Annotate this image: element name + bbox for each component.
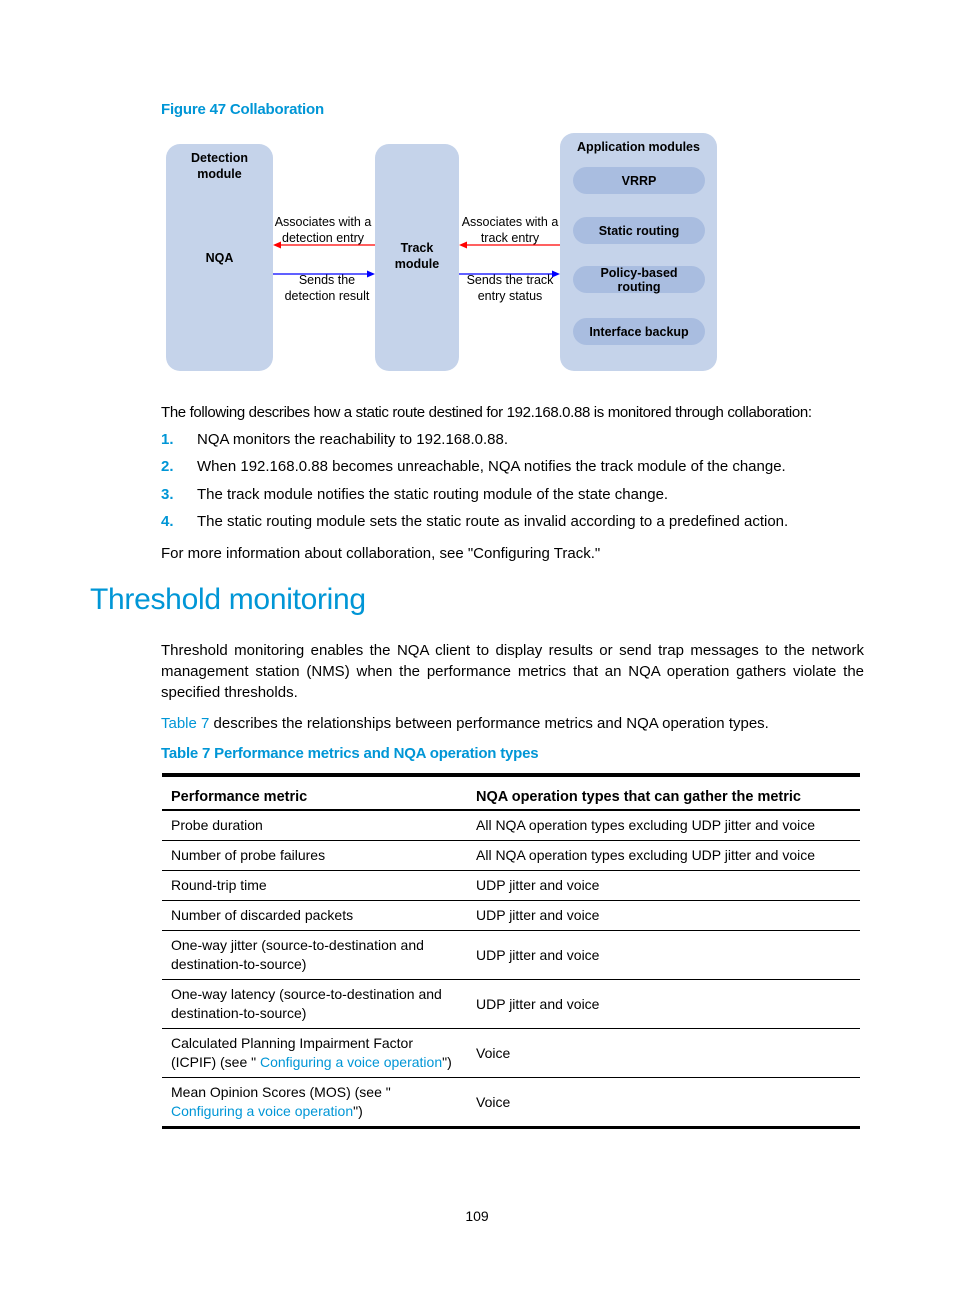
module-policy-based-routing: Policy-based routing — [573, 266, 705, 294]
table-row: One-way jitter (source-to-destination an… — [162, 930, 860, 980]
step-text: When 192.168.0.88 becomes unreachable, N… — [197, 458, 786, 475]
types-cell: All NQA operation types excluding UDP ji… — [467, 810, 860, 841]
types-cell: UDP jitter and voice — [467, 870, 860, 901]
types-cell: UDP jitter and voice — [467, 900, 860, 931]
table-row: One-way latency (source-to-destination a… — [162, 979, 860, 1029]
table-row: Mean Opinion Scores (MOS) (see " Configu… — [162, 1077, 860, 1129]
detection-module-box: Detection module NQA — [166, 144, 273, 371]
table-row: Round-trip time UDP jitter and voice — [162, 870, 860, 901]
track-module-title: Track module — [394, 241, 440, 271]
arrow-app-to-track — [459, 241, 560, 249]
intro-paragraph: The following describes how a static rou… — [161, 404, 812, 421]
metric-cell: Round-trip time — [162, 870, 467, 901]
voice-operation-link[interactable]: Configuring a voice operation — [256, 1054, 442, 1070]
figure-caption: Figure 47 Collaboration — [161, 101, 324, 118]
types-cell: Voice — [467, 1028, 860, 1078]
metric-cell: Probe duration — [162, 810, 467, 841]
step-text: The track module notifies the static rou… — [197, 486, 669, 503]
voice-operation-link[interactable]: Configuring a voice operation — [171, 1103, 353, 1119]
step-number: 1. — [161, 431, 174, 448]
application-modules-title: Application modules — [577, 140, 700, 154]
metric-cell: Number of probe failures — [162, 840, 467, 871]
step-item: 2. When 192.168.0.88 becomes unreachable,… — [161, 457, 786, 477]
collaboration-diagram: Detection module NQA Track module Applic… — [160, 130, 722, 375]
module-vrrp: VRRP — [573, 167, 705, 194]
metric-cell: Calculated Planning Impairment Factor (I… — [162, 1028, 467, 1078]
step-number: 4. — [161, 513, 174, 530]
metric-cell: One-way jitter (source-to-destination an… — [162, 930, 467, 980]
header-operation-types: NQA operation types that can gather the … — [467, 773, 860, 811]
metric-cell: Mean Opinion Scores (MOS) (see " Configu… — [162, 1077, 467, 1129]
application-modules-box: Application modules VRRP Static routing … — [560, 133, 717, 371]
table-row: Probe duration All NQA operation types e… — [162, 810, 860, 841]
arrow-label-sends-track-status: Sends the track entry status — [466, 273, 554, 303]
metric-cell: One-way latency (source-to-destination a… — [162, 979, 467, 1029]
arrow-label-sends-detection-result: Sends the detection result — [284, 273, 370, 303]
threshold-paragraph: Threshold monitoring enables the NQA cli… — [161, 642, 864, 701]
nqa-label: NQA — [205, 251, 234, 265]
metrics-table: Performance metric NQA operation types t… — [162, 773, 860, 1129]
page-number: 109 — [465, 1208, 489, 1224]
table-reference-paragraph: Table 7 describes the relationships betw… — [161, 715, 769, 732]
section-heading: Threshold monitoring — [90, 583, 366, 616]
step-number: 3. — [161, 486, 174, 503]
metric-cell: Number of discarded packets — [162, 900, 467, 931]
module-interface-backup: Interface backup — [573, 318, 705, 345]
table-row: Number of discarded packets UDP jitter a… — [162, 900, 860, 931]
table-caption: Table 7 Performance metrics and NQA oper… — [161, 745, 539, 762]
detection-module-title: Detection module — [191, 151, 248, 181]
table-row: Number of probe failures All NQA operati… — [162, 840, 860, 871]
types-cell: UDP jitter and voice — [467, 930, 860, 980]
step-text: The static routing module sets the stati… — [197, 513, 789, 530]
types-cell: UDP jitter and voice — [467, 979, 860, 1029]
arrow-track-to-detection — [273, 241, 375, 249]
types-cell: Voice — [467, 1077, 860, 1129]
table-row: Calculated Planning Impairment Factor (I… — [162, 1028, 860, 1078]
types-cell: All NQA operation types excluding UDP ji… — [467, 840, 860, 871]
step-number: 2. — [161, 458, 174, 475]
track-module-box: Track module — [375, 144, 459, 371]
more-info-paragraph: For more information about collaboration… — [161, 545, 601, 562]
module-static-routing: Static routing — [573, 217, 705, 244]
step-item: 3. The track module notifies the static r… — [161, 485, 668, 505]
table-header-row: Performance metric NQA operation types t… — [162, 773, 860, 811]
table-7-link[interactable]: Table 7 — [161, 715, 209, 732]
step-item: 4. The static routing module sets the sta… — [161, 512, 788, 532]
header-performance-metric: Performance metric — [162, 773, 467, 811]
step-item: 1. NQA monitors the reachability to 192.1… — [161, 430, 508, 450]
step-text: NQA monitors the reachability to 192.168… — [197, 431, 509, 448]
